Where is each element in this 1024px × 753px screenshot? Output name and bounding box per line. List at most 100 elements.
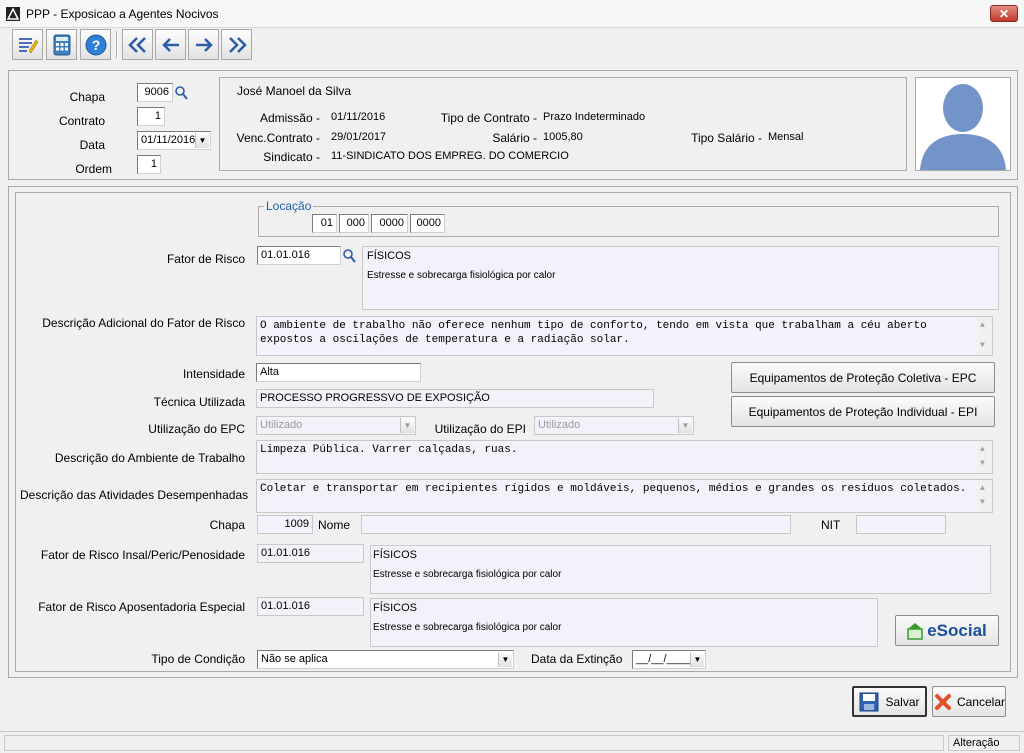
status-bar: Alteração	[0, 731, 1024, 753]
ambiente-label: Descrição do Ambiente de Trabalho	[54, 451, 245, 465]
contrato-input[interactable]: 1	[137, 107, 165, 126]
search-icon[interactable]	[174, 85, 188, 101]
intensidade-input[interactable]: Alta	[256, 363, 421, 382]
cancel-label: Cancelar	[956, 694, 1005, 709]
admissao-value: 01/11/2016	[331, 111, 386, 123]
save-icon	[859, 692, 879, 711]
svg-text:?: ?	[91, 37, 100, 53]
tipo-salario-value: Mensal	[768, 131, 804, 143]
epi-button[interactable]: Equipamentos de Proteção Individual - EP…	[731, 396, 995, 427]
status-mode: Alteração	[948, 735, 1020, 751]
app-icon	[6, 7, 20, 21]
status-panel-left	[4, 735, 944, 751]
admissao-label: Admissão -	[259, 111, 320, 125]
nit-label: NIT	[821, 518, 841, 532]
cancel-button[interactable]: Cancelar	[932, 686, 1006, 717]
chevron-down-icon[interactable]: ▼	[690, 652, 704, 667]
locacao-field-1[interactable]: 01	[312, 214, 337, 233]
previous-record-icon	[161, 37, 179, 52]
search-icon[interactable]	[342, 248, 356, 264]
esocial-icon	[907, 622, 923, 640]
save-button[interactable]: Salvar	[852, 686, 927, 717]
venc-contrato-label: Venc.Contrato -	[236, 131, 320, 145]
last-record-button[interactable]	[221, 29, 252, 60]
scrollbar[interactable]: ▲ ▼	[978, 480, 992, 512]
cancel-icon	[934, 693, 951, 710]
epc-select[interactable]: Utilizado ▼	[256, 416, 416, 435]
condicao-select[interactable]: Não se aplica ▼	[257, 650, 514, 669]
intensidade-label: Intensidade	[182, 367, 245, 381]
edit-button[interactable]	[12, 29, 43, 60]
salario-label: Salário -	[492, 131, 537, 145]
fator-risco-type: FÍSICOS	[367, 250, 412, 262]
locacao-group	[258, 206, 999, 237]
title-bar: PPP - Exposicao a Agentes Nocivos ✕	[0, 0, 1024, 28]
locacao-field-2[interactable]: 000	[339, 214, 369, 233]
nome-label: Nome	[318, 518, 351, 532]
nit-input[interactable]	[856, 515, 946, 534]
chapa-label: Chapa	[69, 90, 105, 104]
tipo-contrato-label: Tipo de Contrato -	[440, 111, 537, 125]
ordem-input[interactable]: 1	[137, 155, 161, 174]
chevron-down-icon[interactable]: ▼	[195, 133, 209, 148]
next-record-button[interactable]	[188, 29, 219, 60]
epc-button[interactable]: Equipamentos de Proteção Coletiva - EPC	[731, 362, 995, 393]
atividades-textarea[interactable]: Coletar e transportar em recipientes ríg…	[256, 479, 993, 513]
nome-input[interactable]	[361, 515, 791, 534]
scrollbar[interactable]: ▲ ▼	[978, 441, 992, 473]
desc-adicional-line-2: expostos a oscilações de temperatura e a…	[260, 334, 630, 346]
epc-value: Utilizado	[260, 419, 303, 431]
fator-risco-code-input[interactable]: 01.01.016	[257, 246, 341, 265]
calculator-button[interactable]	[46, 29, 77, 60]
epc-label: Utilização do EPC	[148, 422, 245, 436]
previous-record-button[interactable]	[155, 29, 186, 60]
first-record-button[interactable]	[122, 29, 153, 60]
avatar-icon	[920, 84, 1006, 170]
employee-photo	[915, 77, 1011, 171]
help-icon: ?	[85, 34, 106, 55]
tipo-contrato-value: Prazo Indeterminado	[543, 111, 646, 123]
scrollbar[interactable]: ▲ ▼	[978, 317, 992, 355]
tecnica-input[interactable]: PROCESSO PROGRESSVO DE EXPOSIÇÃO	[256, 389, 654, 408]
ambiente-text: Limpeza Pública. Varrer calçadas, ruas.	[260, 444, 518, 456]
locacao-label: Locação	[264, 199, 314, 213]
epi-select[interactable]: Utilizado ▼	[534, 416, 694, 435]
last-record-icon	[228, 36, 247, 53]
apos-description-box: FÍSICOS Estresse e sobrecarga fisiológic…	[370, 598, 878, 647]
close-button[interactable]: ✕	[990, 5, 1018, 22]
apos-desc: Estresse e sobrecarga fisiológica por ca…	[373, 622, 562, 633]
save-label: Salvar	[885, 694, 920, 709]
fator-risco-label: Fator de Risco	[166, 252, 245, 266]
epi-value: Utilizado	[538, 419, 581, 431]
help-button[interactable]: ?	[80, 29, 111, 60]
desc-adicional-textarea[interactable]: O ambiente de trabalho não oferece nenhu…	[256, 316, 993, 356]
locacao-field-3[interactable]: 0000	[371, 214, 408, 233]
atividades-text: Coletar e transportar em recipientes ríg…	[260, 483, 967, 495]
window-title: PPP - Exposicao a Agentes Nocivos	[26, 7, 219, 21]
chevron-down-icon[interactable]: ▼	[498, 652, 512, 667]
employee-name: José Manoel da Silva	[237, 84, 352, 98]
condicao-value: Não se aplica	[261, 653, 328, 665]
apos-code-input[interactable]: 01.01.016	[257, 597, 364, 616]
next-record-icon	[195, 37, 213, 52]
insal-code-input[interactable]: 01.01.016	[257, 544, 364, 563]
ambiente-textarea[interactable]: Limpeza Pública. Varrer calçadas, ruas. …	[256, 440, 993, 474]
first-record-icon	[127, 36, 146, 53]
sindicato-label: Sindicato -	[263, 150, 320, 164]
extincao-date-picker[interactable]: __/__/____ ▼	[632, 650, 706, 669]
esocial-button[interactable]: eSocial	[895, 615, 999, 646]
chapa-input[interactable]: 9006	[137, 83, 173, 102]
insal-desc: Estresse e sobrecarga fisiológica por ca…	[373, 569, 562, 580]
chevron-down-icon[interactable]: ▼	[400, 418, 414, 433]
extincao-label: Data da Extinção	[531, 652, 623, 666]
locacao-field-4[interactable]: 0000	[410, 214, 445, 233]
condicao-label: Tipo de Condição	[151, 652, 245, 666]
fator-risco-desc: Estresse e sobrecarga fisiológica por ca…	[367, 270, 556, 281]
chevron-down-icon[interactable]: ▼	[678, 418, 692, 433]
apos-type: FÍSICOS	[373, 602, 418, 614]
insal-type: FÍSICOS	[373, 549, 418, 561]
chapa2-input[interactable]: 1009	[257, 515, 313, 534]
data-date-picker[interactable]: 01/11/2016 ▼	[137, 131, 211, 150]
tecnica-label: Técnica Utilizada	[153, 395, 245, 409]
fator-risco-description-box: FÍSICOS Estresse e sobrecarga fisiológic…	[362, 246, 999, 310]
